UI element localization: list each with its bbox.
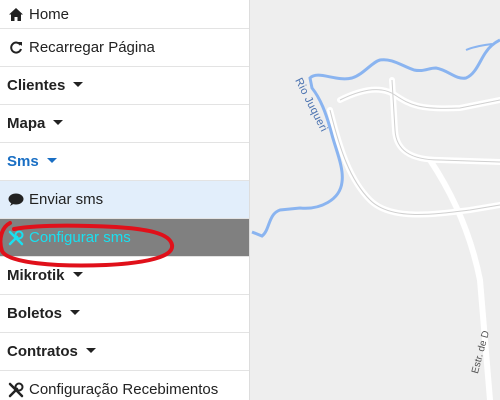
sidebar-item-label: Home: [29, 5, 70, 23]
map-canvas[interactable]: [250, 0, 500, 400]
sidebar-item-mapa[interactable]: Mapa: [0, 105, 249, 143]
sidebar-item-mikrotik[interactable]: Mikrotik: [0, 257, 249, 295]
caret-down-icon: [53, 120, 64, 125]
sidebar-item-label: Sms: [7, 153, 39, 170]
sidebar-item-enviar-sms[interactable]: Enviar sms: [0, 181, 249, 219]
sidebar-item-label: Enviar sms: [29, 191, 104, 208]
sidebar-item-clientes[interactable]: Clientes: [0, 67, 249, 105]
sidebar-item-label: Boletos: [7, 305, 63, 322]
reload-icon: [7, 40, 24, 56]
tools-icon: [7, 230, 24, 246]
sidebar-item-label: Contratos: [7, 343, 78, 360]
map-road-edges: [329, 79, 500, 215]
map-view[interactable]: [250, 0, 500, 400]
sidebar-item-label: Mikrotik: [7, 267, 65, 284]
sidebar-item-contratos[interactable]: Contratos: [0, 333, 249, 371]
sidebar-item-label: Mapa: [7, 115, 46, 132]
caret-down-icon: [72, 272, 83, 277]
sidebar-item-home[interactable]: Home: [0, 0, 249, 29]
sidebar-item-reload[interactable]: Recarregar Página: [0, 29, 249, 67]
sidebar-menu: Home Recarregar Página Clientes Mapa Sms…: [0, 0, 250, 400]
sidebar-item-sms[interactable]: Sms: [0, 143, 249, 181]
caret-down-icon: [85, 348, 96, 353]
sidebar-item-label: Clientes: [7, 77, 66, 94]
sidebar-item-label: Recarregar Página: [29, 39, 155, 56]
sidebar-item-boletos[interactable]: Boletos: [0, 295, 249, 333]
comment-icon: [7, 192, 24, 208]
caret-down-icon: [70, 310, 81, 315]
sidebar-item-configuracao-recebimentos[interactable]: Configuração Recebimentos: [0, 371, 249, 400]
caret-down-icon: [73, 82, 84, 87]
sidebar-item-label: Configurar sms: [29, 229, 131, 246]
sidebar-item-label: Configuração Recebimentos: [29, 381, 219, 398]
home-icon: [7, 6, 24, 22]
sidebar-item-configurar-sms[interactable]: Configurar sms: [0, 219, 249, 257]
caret-down-icon: [46, 158, 57, 163]
tools-icon: [7, 382, 24, 398]
